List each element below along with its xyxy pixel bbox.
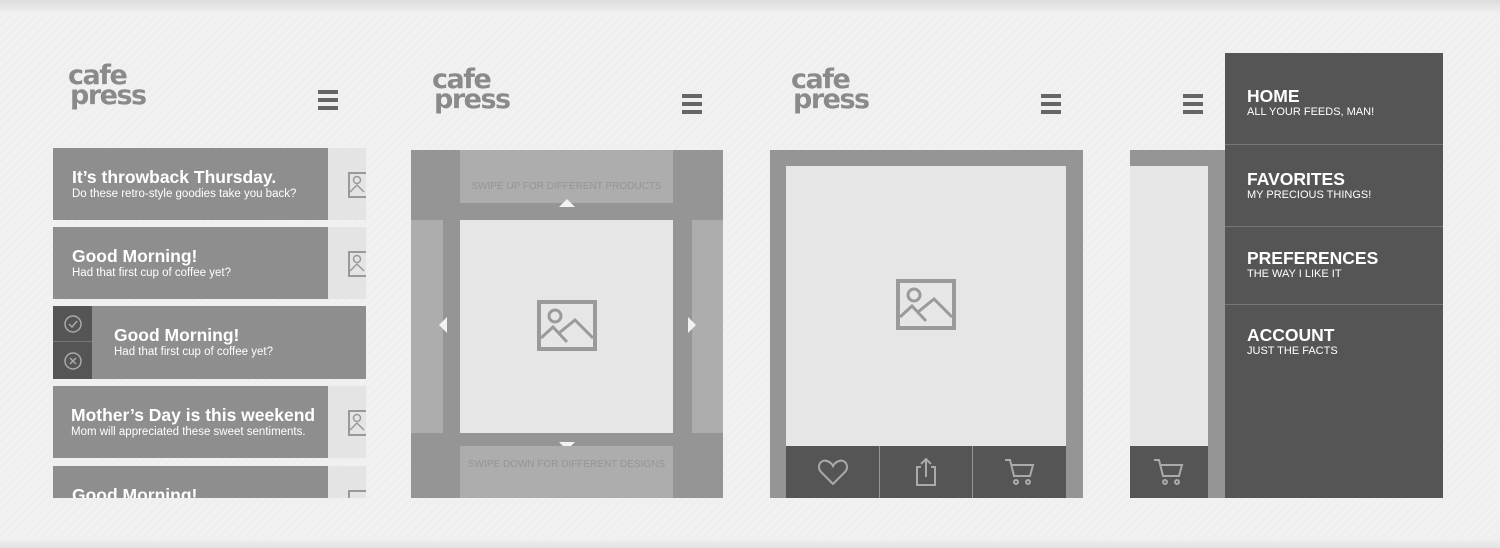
arrow-right-icon[interactable]	[688, 317, 696, 333]
card-title: Good Morning!	[114, 325, 240, 345]
cafepress-logo[interactable]: cafe press	[68, 62, 147, 109]
hamburger-menu-icon[interactable]	[318, 90, 338, 110]
card-title: It’s throwback Thursday.	[72, 167, 277, 187]
accept-check-icon[interactable]	[53, 306, 92, 342]
feed-card[interactable]: Mother’s Day is this weekend Mom will app…	[53, 386, 366, 458]
menu-item-home[interactable]: HOME ALL YOUR FEEDS, MAN!	[1225, 53, 1443, 145]
menu-item-subtitle: THE WAY I LIKE IT	[1247, 268, 1342, 280]
arrow-up-icon	[559, 199, 575, 207]
card-subtitle: Do these retro-style goodies take you ba…	[72, 188, 297, 200]
menu-item-title: HOME	[1247, 86, 1300, 106]
menu-item-subtitle: ALL YOUR FEEDS, MAN!	[1247, 106, 1375, 118]
hamburger-menu-icon[interactable]	[1041, 94, 1061, 114]
cart-icon	[1004, 459, 1034, 485]
heart-icon	[817, 459, 848, 486]
card-subtitle: Had that first cup of coffee yet?	[72, 267, 231, 279]
add-to-cart-button[interactable]	[973, 446, 1066, 498]
favorite-button[interactable]	[786, 446, 879, 498]
image-placeholder-icon	[896, 279, 956, 330]
product-image[interactable]	[460, 220, 673, 433]
swipe-down-hint: SWIPE DOWN FOR DIFFERENT DESIGNS	[467, 459, 666, 470]
menu-item-subtitle: MY PRECIOUS THINGS!	[1247, 189, 1372, 201]
image-placeholder-icon	[537, 300, 597, 351]
next-preview[interactable]	[692, 220, 723, 433]
cafepress-logo[interactable]: cafe press	[432, 66, 511, 113]
next-design-preview[interactable]: SWIPE DOWN FOR DIFFERENT DESIGNS	[460, 446, 673, 498]
product-image	[1130, 166, 1208, 446]
arrow-left-icon[interactable]	[439, 317, 447, 333]
product-browser[interactable]: SWIPE UP FOR DIFFERENT PRODUCTS SWIPE DO…	[411, 150, 723, 498]
product-image[interactable]	[786, 166, 1066, 446]
dismiss-x-icon[interactable]	[53, 343, 92, 379]
swipe-actions	[53, 306, 92, 379]
swipe-up-hint: SWIPE UP FOR DIFFERENT PRODUCTS	[471, 181, 662, 192]
card-title: Mother’s Day is this weekend	[71, 405, 316, 425]
menu-item-account[interactable]: ACCOUNT JUST THE FACTS	[1225, 305, 1443, 385]
card-title: Good Morning!	[72, 485, 198, 499]
next-product-preview[interactable]: SWIPE UP FOR DIFFERENT PRODUCTS	[460, 150, 673, 203]
menu-item-title: FAVORITES	[1247, 169, 1345, 189]
cafepress-logo[interactable]: cafe press	[791, 66, 870, 113]
card-subtitle: Mom will appreciated these sweet sentime…	[71, 426, 306, 438]
image-placeholder-icon	[348, 490, 366, 498]
cart-icon	[1154, 459, 1184, 485]
share-button[interactable]	[880, 446, 972, 498]
image-placeholder-icon	[348, 251, 366, 277]
hamburger-menu-icon[interactable]	[682, 94, 702, 114]
bottom-shadow	[0, 538, 1500, 548]
feed-card[interactable]: Good Morning!	[53, 466, 366, 498]
card-title: Good Morning!	[72, 246, 198, 266]
menu-item-preferences[interactable]: PREFERENCES THE WAY I LIKE IT	[1225, 227, 1443, 305]
card-subtitle: Had that first cup of coffee yet?	[114, 346, 273, 358]
image-placeholder-icon	[348, 410, 366, 436]
feed-card[interactable]: Good Morning! Had that first cup of coffe…	[53, 227, 366, 299]
menu-item-title: PREFERENCES	[1247, 248, 1379, 268]
top-shadow	[0, 0, 1500, 14]
feed-card[interactable]: It’s throwback Thursday. Do these retro-s…	[53, 148, 366, 220]
menu-item-title: ACCOUNT	[1247, 325, 1335, 345]
menu-item-favorites[interactable]: FAVORITES MY PRECIOUS THINGS!	[1225, 145, 1443, 227]
hamburger-menu-icon[interactable]	[1183, 94, 1203, 114]
share-icon	[916, 457, 936, 486]
add-to-cart-button[interactable]	[1130, 446, 1208, 498]
menu-item-subtitle: JUST THE FACTS	[1247, 345, 1338, 357]
side-menu: HOME ALL YOUR FEEDS, MAN! FAVORITES MY PRE…	[1225, 53, 1443, 498]
feed-card-swiped[interactable]: Good Morning! Had that first cup of coffe…	[53, 306, 366, 379]
image-placeholder-icon	[348, 172, 366, 198]
